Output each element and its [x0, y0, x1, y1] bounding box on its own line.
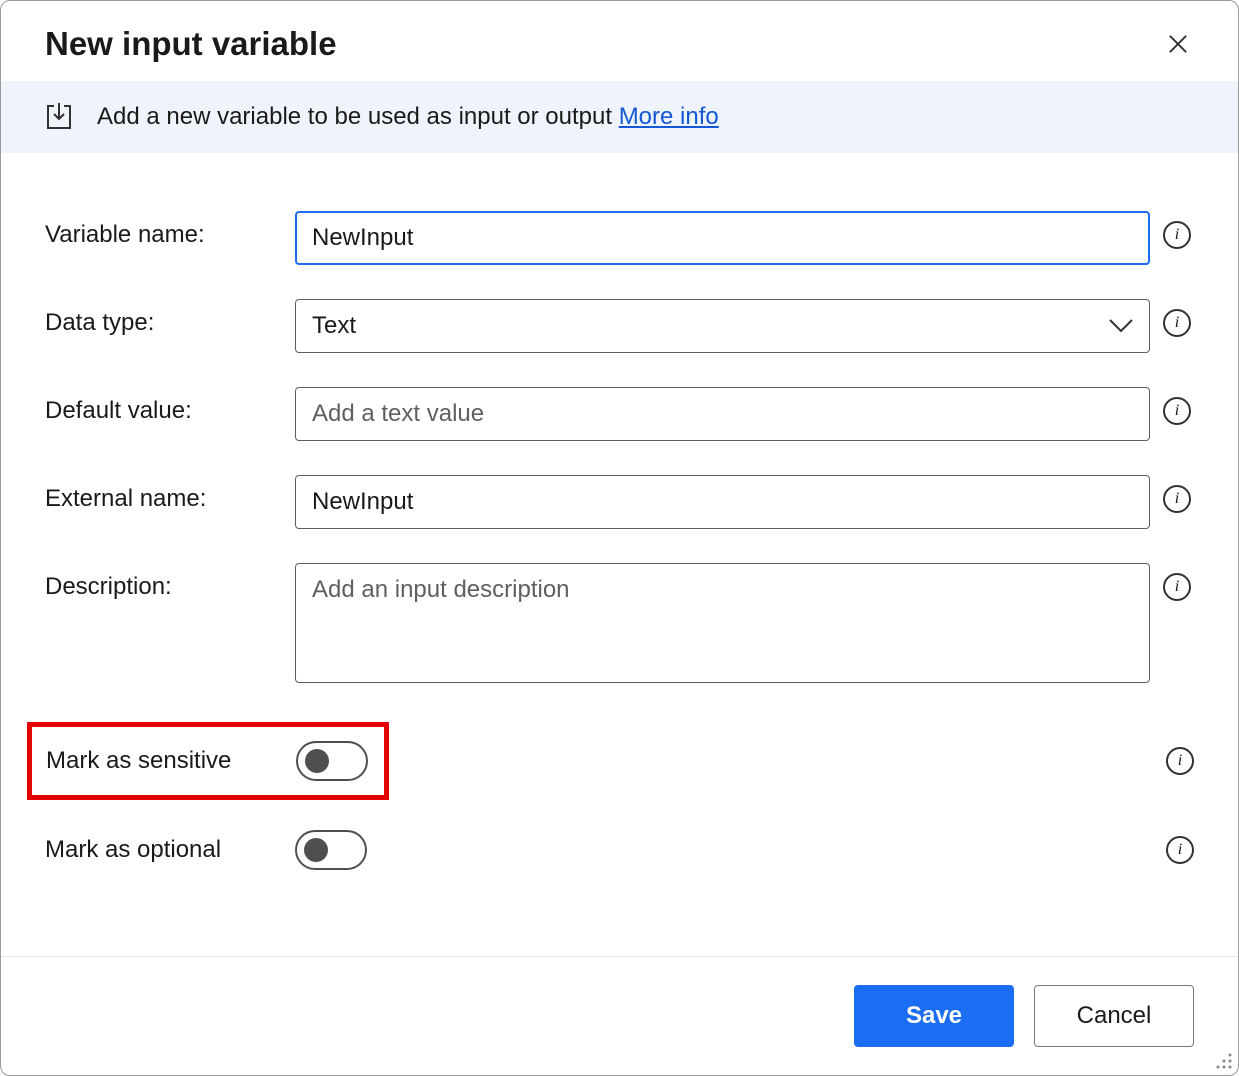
dialog-title: New input variable	[45, 25, 337, 63]
label-variable-name: Variable name:	[45, 211, 285, 249]
cancel-button[interactable]: Cancel	[1034, 985, 1194, 1047]
data-type-value: Text	[312, 312, 356, 340]
info-icon[interactable]: i	[1163, 221, 1191, 249]
close-icon	[1168, 33, 1188, 55]
row-mark-sensitive: Mark as sensitive i	[45, 722, 1194, 800]
label-description: Description:	[45, 563, 285, 601]
label-mark-sensitive: Mark as sensitive	[46, 747, 234, 775]
description-textarea[interactable]	[295, 563, 1150, 683]
input-box-icon	[45, 103, 73, 131]
info-icon[interactable]: i	[1163, 397, 1191, 425]
label-default-value: Default value:	[45, 387, 285, 425]
footer: Save Cancel	[1, 956, 1238, 1075]
title-row: New input variable	[1, 1, 1238, 81]
info-icon[interactable]: i	[1166, 836, 1194, 864]
data-type-select[interactable]: Text	[295, 299, 1150, 353]
default-value-input[interactable]	[295, 387, 1150, 441]
more-info-link[interactable]: More info	[619, 103, 719, 130]
close-button[interactable]	[1162, 28, 1194, 60]
info-icon[interactable]: i	[1163, 309, 1191, 337]
mark-sensitive-toggle[interactable]	[296, 741, 368, 781]
new-input-variable-dialog: New input variable Add a new variable to…	[0, 0, 1239, 1076]
label-data-type: Data type:	[45, 299, 285, 337]
save-button[interactable]: Save	[854, 985, 1014, 1047]
highlight-mark-sensitive: Mark as sensitive	[27, 722, 389, 800]
form: Variable name: i Data type: Text i	[1, 153, 1238, 870]
row-description: Description: i	[45, 563, 1194, 688]
resize-grip-icon[interactable]	[1212, 1049, 1234, 1071]
label-external-name: External name:	[45, 475, 285, 513]
row-data-type: Data type: Text i	[45, 299, 1194, 353]
mark-optional-toggle[interactable]	[295, 830, 367, 870]
row-default-value: Default value: i	[45, 387, 1194, 441]
row-external-name: External name: i	[45, 475, 1194, 529]
info-bar: Add a new variable to be used as input o…	[1, 81, 1238, 153]
row-mark-optional: Mark as optional i	[45, 830, 1194, 870]
external-name-input[interactable]	[295, 475, 1150, 529]
info-icon[interactable]: i	[1166, 747, 1194, 775]
info-icon[interactable]: i	[1163, 485, 1191, 513]
info-icon[interactable]: i	[1163, 573, 1191, 601]
info-bar-message: Add a new variable to be used as input o…	[97, 103, 619, 130]
label-mark-optional: Mark as optional	[45, 836, 233, 864]
variable-name-input[interactable]	[295, 211, 1150, 265]
toggle-knob	[304, 838, 328, 862]
info-bar-text: Add a new variable to be used as input o…	[97, 103, 719, 131]
toggle-knob	[305, 749, 329, 773]
row-variable-name: Variable name: i	[45, 211, 1194, 265]
